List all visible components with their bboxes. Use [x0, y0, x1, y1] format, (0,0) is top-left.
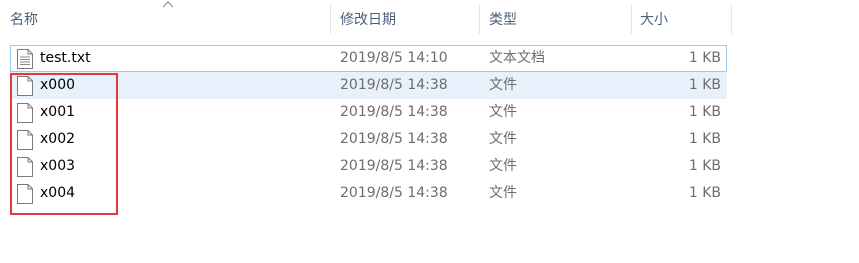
file-modified: 2019/8/5 14:38 — [340, 185, 448, 201]
file-row-x000[interactable]: x000 2019/8/5 14:38 文件 1 KB — [10, 72, 727, 99]
file-name[interactable]: x003 — [40, 153, 75, 180]
file-modified: 2019/8/5 14:38 — [340, 104, 448, 120]
file-size: 1 KB — [688, 50, 721, 66]
column-header-modified[interactable]: 修改日期 — [340, 0, 480, 37]
file-row-x002[interactable]: x002 2019/8/5 14:38 文件 1 KB — [10, 126, 727, 153]
file-modified: 2019/8/5 14:10 — [340, 50, 448, 66]
file-name[interactable]: x004 — [40, 180, 75, 207]
file-modified: 2019/8/5 14:38 — [340, 131, 448, 147]
blank-file-icon — [17, 130, 33, 150]
text-file-icon — [17, 49, 33, 69]
sort-ascending-arrow-icon — [162, 1, 174, 8]
file-size: 1 KB — [688, 185, 721, 201]
file-row-x001[interactable]: x001 2019/8/5 14:38 文件 1 KB — [10, 99, 727, 126]
column-divider[interactable] — [731, 4, 732, 34]
column-header-bar: 名称 修改日期 类型 大小 — [0, 0, 733, 37]
file-type: 文件 — [489, 104, 517, 120]
blank-file-icon — [17, 76, 33, 96]
file-type: 文件 — [489, 77, 517, 93]
file-size: 1 KB — [688, 77, 721, 93]
column-divider[interactable] — [479, 4, 480, 34]
blank-file-icon — [17, 184, 33, 204]
column-divider[interactable] — [330, 4, 331, 34]
blank-file-icon — [17, 157, 33, 177]
file-name[interactable]: x000 — [40, 72, 75, 99]
file-type: 文本文档 — [489, 50, 545, 66]
file-type: 文件 — [489, 185, 517, 201]
blank-file-icon — [17, 103, 33, 123]
file-name[interactable]: test.txt — [40, 45, 91, 72]
file-row-x003[interactable]: x003 2019/8/5 14:38 文件 1 KB — [10, 153, 727, 180]
file-row-test-txt[interactable]: test.txt 2019/8/5 14:10 文本文档 1 KB — [10, 45, 727, 72]
file-size: 1 KB — [688, 158, 721, 174]
file-list: test.txt 2019/8/5 14:10 文本文档 1 KB x000 2… — [10, 45, 727, 207]
file-size: 1 KB — [688, 131, 721, 147]
file-row-x004[interactable]: x004 2019/8/5 14:38 文件 1 KB — [10, 180, 727, 207]
file-name[interactable]: x001 — [40, 99, 75, 126]
file-name[interactable]: x002 — [40, 126, 75, 153]
file-type: 文件 — [489, 131, 517, 147]
file-modified: 2019/8/5 14:38 — [340, 77, 448, 93]
file-modified: 2019/8/5 14:38 — [340, 158, 448, 174]
file-type: 文件 — [489, 158, 517, 174]
column-header-type[interactable]: 类型 — [489, 0, 624, 37]
file-size: 1 KB — [688, 104, 721, 120]
column-divider[interactable] — [631, 4, 632, 34]
column-header-size[interactable]: 大小 — [640, 0, 730, 37]
